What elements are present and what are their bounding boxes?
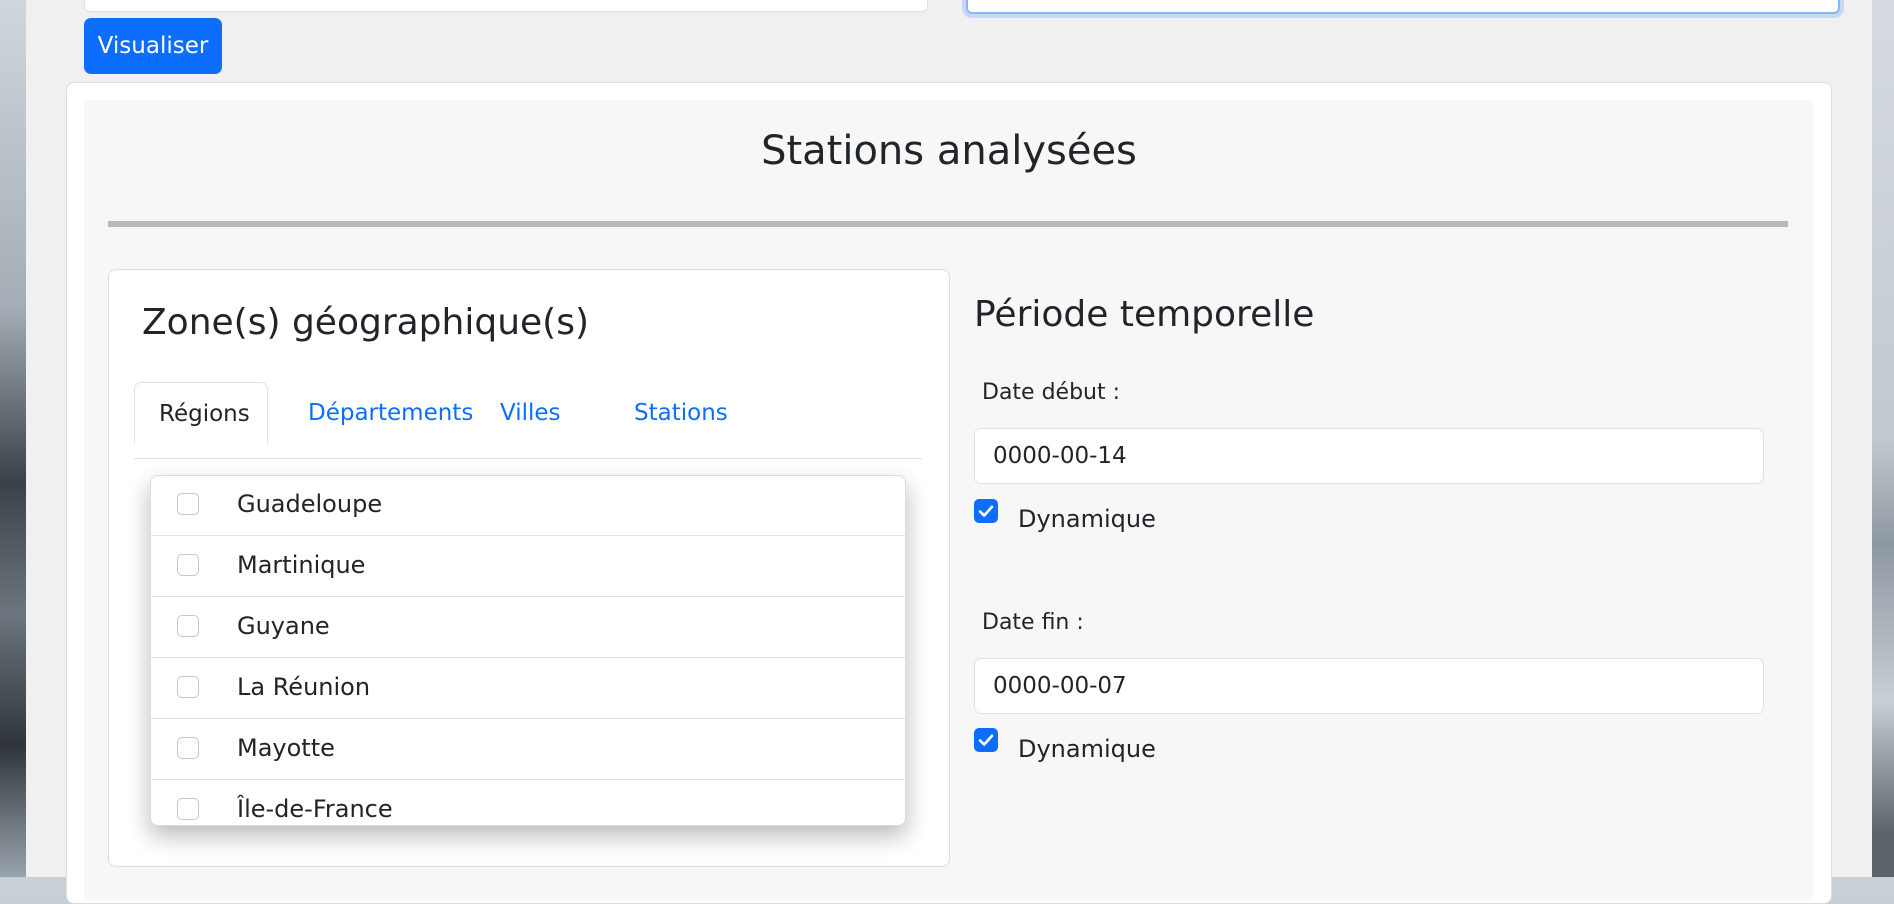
background-right-decoration — [1872, 0, 1894, 877]
top-left-input[interactable] — [84, 0, 928, 12]
tab-departements[interactable]: Départements — [284, 382, 497, 444]
date-debut-dynamique-label: Dynamique — [1018, 505, 1156, 533]
list-item[interactable]: Guadeloupe — [151, 476, 905, 536]
region-checkbox[interactable] — [177, 615, 199, 637]
date-fin-label: Date fin : — [982, 610, 1084, 635]
region-label: Île-de-France — [237, 795, 393, 823]
page-container: Visualiser Stations analysées Zone(s) gé… — [26, 0, 1872, 904]
region-checkbox[interactable] — [177, 554, 199, 576]
region-label: Martinique — [237, 551, 366, 579]
date-debut-label: Date début : — [982, 380, 1121, 405]
check-icon — [978, 734, 994, 746]
list-item[interactable]: Guyane — [151, 598, 905, 658]
list-item[interactable]: Mayotte — [151, 720, 905, 780]
page-title: Stations analysées — [761, 128, 1137, 174]
region-label: Mayotte — [237, 734, 335, 762]
periode-title: Période temporelle — [974, 294, 1315, 335]
region-checkbox[interactable] — [177, 737, 199, 759]
date-fin-dynamique-checkbox[interactable] — [974, 728, 998, 752]
zone-tabs: Régions Départements Villes Stations — [134, 382, 922, 459]
list-item[interactable]: Île-de-France — [151, 781, 905, 825]
zone-title: Zone(s) géographique(s) — [142, 302, 590, 343]
tab-regions[interactable]: Régions — [134, 382, 268, 444]
region-checkbox[interactable] — [177, 676, 199, 698]
date-fin-dynamique-label: Dynamique — [1018, 735, 1156, 763]
visualiser-button[interactable]: Visualiser — [84, 18, 222, 74]
region-checkbox[interactable] — [177, 493, 199, 515]
region-label: Guadeloupe — [237, 490, 383, 518]
background-left-decoration — [0, 0, 26, 877]
date-debut-dynamique-checkbox[interactable] — [974, 499, 998, 523]
list-item[interactable]: Martinique — [151, 537, 905, 597]
list-item[interactable]: La Réunion — [151, 659, 905, 719]
date-debut-input[interactable]: 0000-00-14 — [974, 428, 1764, 484]
regions-list[interactable]: Guadeloupe Martinique Guyane La Réunion … — [150, 475, 906, 826]
section-divider — [108, 221, 1788, 227]
top-right-input-focused[interactable] — [966, 0, 1840, 14]
tab-stations[interactable]: Stations — [610, 382, 752, 444]
tab-villes[interactable]: Villes — [476, 382, 585, 444]
region-checkbox[interactable] — [177, 798, 199, 820]
region-label: Guyane — [237, 612, 330, 640]
check-icon — [978, 505, 994, 517]
date-fin-input[interactable]: 0000-00-07 — [974, 658, 1764, 714]
region-label: La Réunion — [237, 673, 371, 701]
